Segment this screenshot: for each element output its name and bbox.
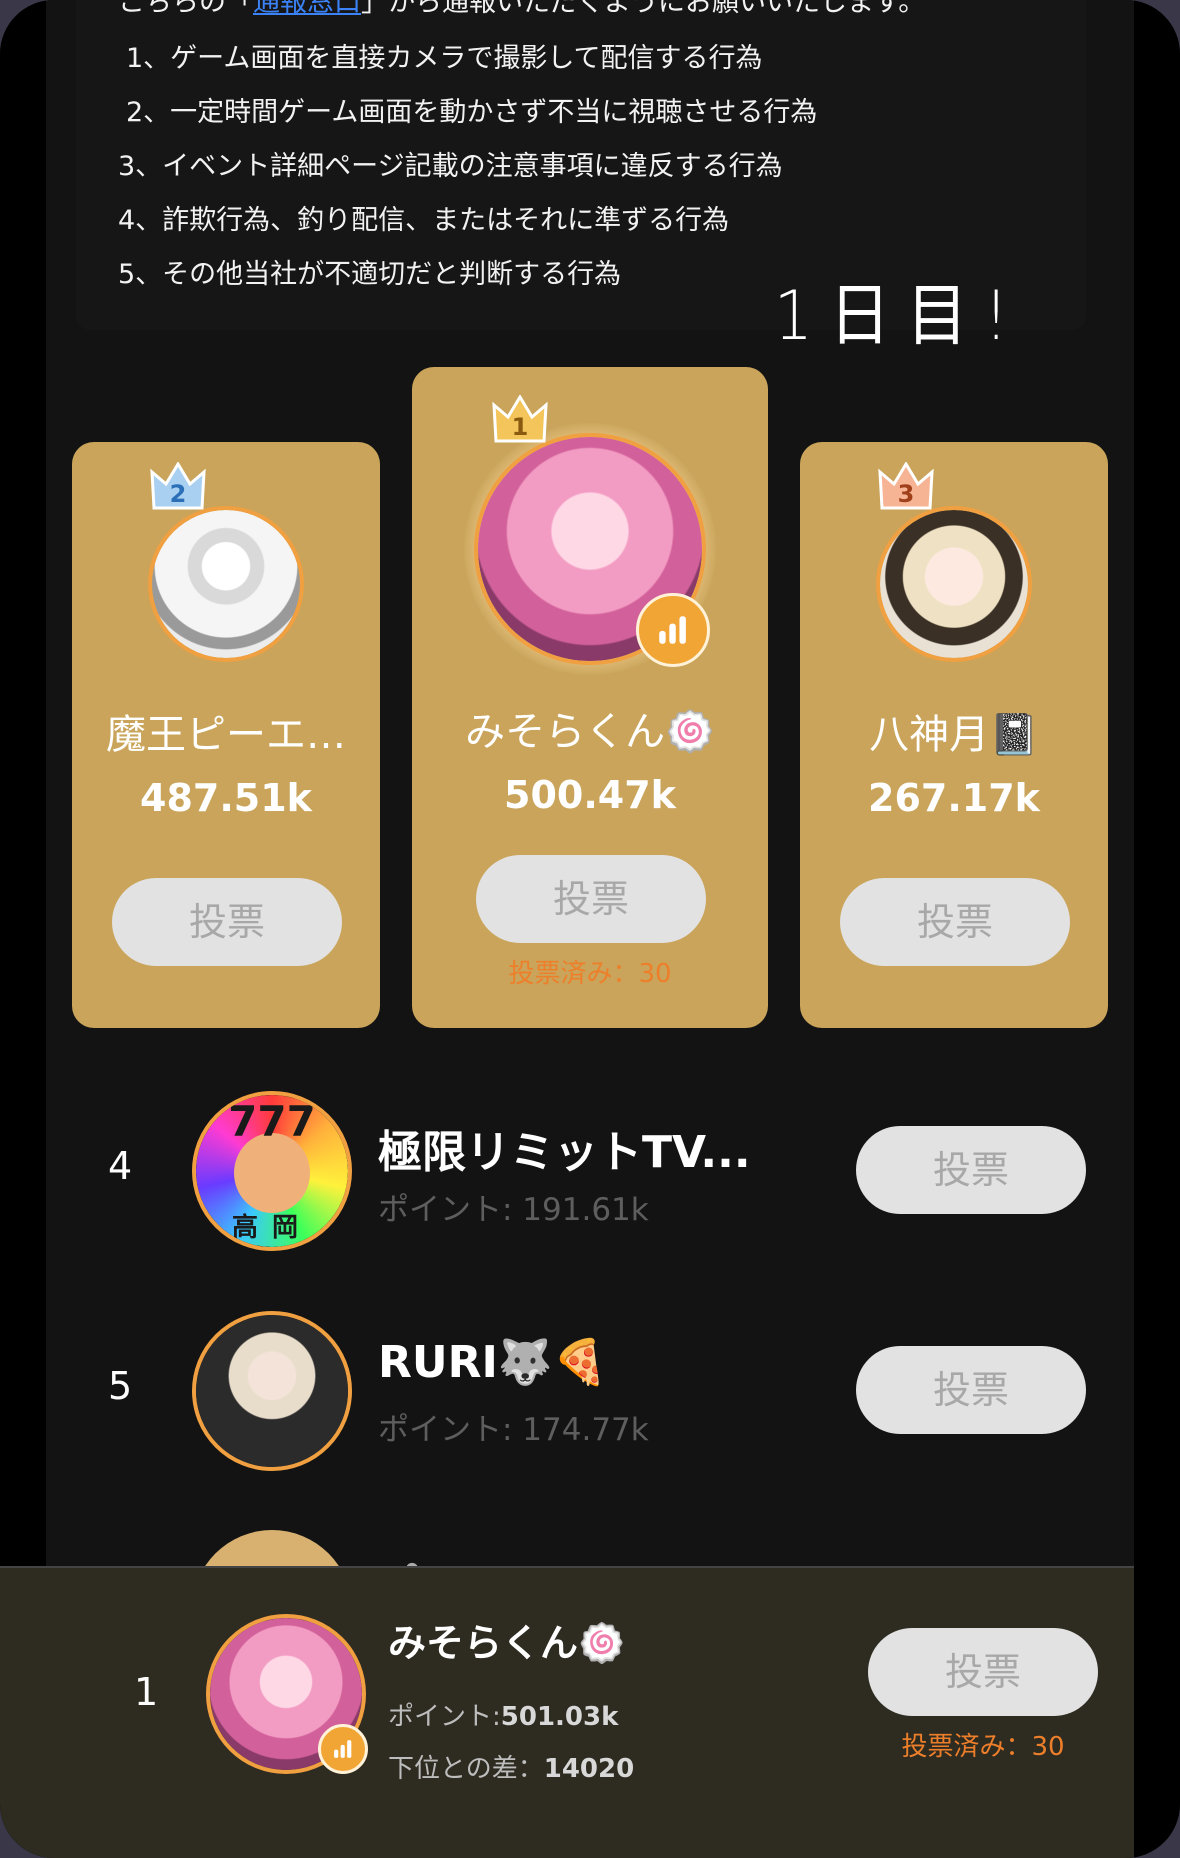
vote-button[interactable]: 投票 bbox=[112, 878, 342, 966]
rule-item-5: 5、その他当社が不適切だと判断する行為 bbox=[118, 259, 622, 290]
svg-text:3: 3 bbox=[898, 480, 915, 508]
avatar bbox=[876, 506, 1032, 662]
podium-name: 八神月📓 bbox=[869, 712, 1039, 758]
rule-item-1: 1、ゲーム画面を直接カメラで撮影して配信する行為 bbox=[126, 43, 763, 74]
avatar-777-text: 777 bbox=[228, 1097, 316, 1146]
notebook-emoji: 📓 bbox=[989, 712, 1039, 758]
avatar-subtext: 高岡 bbox=[231, 1213, 312, 1243]
naruto-emoji: 🍥 bbox=[578, 1621, 626, 1665]
list-points: ポイント: 174.77k bbox=[378, 1412, 649, 1448]
podium-score: 487.51k bbox=[140, 776, 312, 820]
vote-button[interactable]: 投票 bbox=[840, 878, 1070, 966]
vote-button[interactable]: 投票 bbox=[868, 1628, 1098, 1716]
list-item[interactable]: 5 RURI🐺🍕 ポイント: 174.77k 投票 bbox=[46, 1306, 1134, 1476]
my-name: みそらくん🍥 bbox=[388, 1621, 626, 1665]
podium-card-rank-1[interactable]: 1 みそらくん🍥 500.47k 投票 投票済み：30 bbox=[412, 367, 768, 1028]
svg-text:2: 2 bbox=[170, 480, 187, 508]
crown-rank-3-icon: 3 bbox=[878, 461, 934, 512]
svg-text:1: 1 bbox=[512, 413, 529, 441]
vote-button[interactable]: 投票 bbox=[856, 1126, 1086, 1214]
rank-number: 4 bbox=[108, 1144, 133, 1188]
list-name: 極限リミットTV... bbox=[378, 1127, 751, 1178]
avatar: 777 高岡 bbox=[192, 1091, 352, 1251]
rule-item-3: 3、イベント詳細ページ記載の注意事項に違反する行為 bbox=[118, 151, 783, 182]
wolf-pizza-emoji: 🐺🍕 bbox=[497, 1337, 608, 1388]
vote-button[interactable]: 投票 bbox=[856, 1346, 1086, 1434]
my-diff: 下位との差：14020 bbox=[388, 1754, 635, 1784]
list-points: ポイント: 191.61k bbox=[378, 1192, 649, 1228]
podium-score: 500.47k bbox=[504, 773, 676, 817]
avatar bbox=[192, 1311, 352, 1471]
rank-number: 1 bbox=[134, 1670, 159, 1714]
crown-rank-2-icon: 2 bbox=[150, 461, 206, 512]
crown-rank-1-icon: 1 bbox=[492, 394, 548, 445]
podium-card-rank-3[interactable]: 3 八神月📓 267.17k 投票 bbox=[800, 442, 1108, 1028]
podium-name: 魔王ピーエ… bbox=[106, 712, 346, 758]
naruto-emoji: 🍥 bbox=[665, 709, 715, 755]
podium-score: 267.17k bbox=[868, 776, 1040, 820]
live-indicator-icon bbox=[318, 1724, 368, 1774]
voted-count: 投票済み：30 bbox=[901, 1732, 1065, 1762]
app-frame: こちらの「通報窓口」から通報いただくようにお願いいたします。 1、ゲーム画面を直… bbox=[0, 0, 1180, 1858]
vote-button[interactable]: 投票 bbox=[476, 855, 706, 943]
list-item[interactable]: 4 777 高岡 極限リミットTV... ポイント: 191.61k 投票 bbox=[46, 1086, 1134, 1256]
my-rank-bar: 1 みそらくん🍥 ポイント:501.03k 下位との差：14020 投票 投票済… bbox=[0, 1566, 1180, 1858]
avatar bbox=[148, 506, 304, 662]
list-name: RURI🐺🍕 bbox=[378, 1337, 608, 1388]
report-window-link[interactable]: 通報窓口 bbox=[253, 0, 361, 18]
voted-count: 投票済み：30 bbox=[508, 959, 672, 989]
rule-item-2: 2、一定時間ゲーム画面を動かさず不当に視聴させる行為 bbox=[126, 97, 818, 128]
rules-intro: こちらの「通報窓口」から通報いただくようにお願いいたします。 bbox=[118, 0, 925, 20]
podium-card-rank-2[interactable]: 2 魔王ピーエ… 487.51k 投票 bbox=[72, 442, 380, 1028]
handwritten-note: 1日目! bbox=[773, 277, 1025, 356]
rule-item-4: 4、詐欺行為、釣り配信、またはそれに準ずる行為 bbox=[118, 205, 730, 236]
live-indicator-icon bbox=[636, 593, 710, 667]
my-points: ポイント:501.03k bbox=[388, 1702, 619, 1732]
rank-number: 5 bbox=[108, 1364, 133, 1408]
podium-name: みそらくん🍥 bbox=[465, 709, 715, 755]
